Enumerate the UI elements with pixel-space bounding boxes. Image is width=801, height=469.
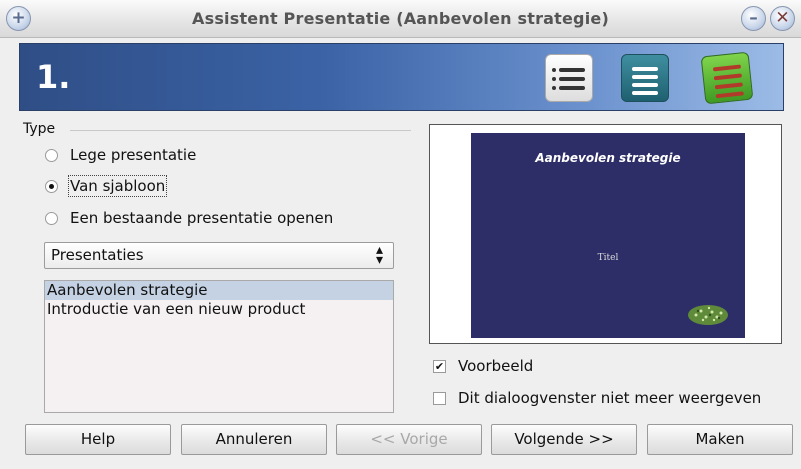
- template-list[interactable]: Aanbevolen strategie Introductie van een…: [44, 280, 394, 413]
- cancel-button[interactable]: Annuleren: [181, 424, 327, 455]
- outline-icon: [621, 54, 669, 102]
- radio-label: Een bestaande presentatie openen: [70, 209, 334, 227]
- template-category-select[interactable]: Presentaties ▴ ▾: [44, 242, 394, 269]
- preview-checkbox-row[interactable]: ✔ Voorbeeld: [433, 357, 533, 375]
- radio-open-existing[interactable]: Een bestaande presentatie openen: [45, 209, 333, 227]
- create-button[interactable]: Maken: [647, 424, 793, 455]
- group-divider: [70, 130, 411, 131]
- window-title: Assistent Presentatie (Aanbevolen strate…: [192, 9, 609, 28]
- preview-panel: Aanbevolen strategie Titel: [429, 124, 782, 344]
- minimize-icon[interactable]: –: [741, 6, 766, 31]
- preview-checkbox-label: Voorbeeld: [458, 357, 534, 375]
- radio-button[interactable]: [45, 211, 58, 225]
- title-bar: + Assistent Presentatie (Aanbevolen stra…: [0, 0, 801, 38]
- next-button[interactable]: Volgende >>: [491, 424, 637, 455]
- radio-button[interactable]: [45, 179, 58, 193]
- radio-from-template[interactable]: Van sjabloon: [45, 175, 168, 197]
- slide-preview: Aanbevolen strategie Titel: [471, 133, 745, 338]
- radio-empty-presentation[interactable]: Lege presentatie: [45, 146, 196, 164]
- dont-show-checkbox-label: Dit dialoogvenster niet meer weergeven: [458, 389, 762, 407]
- step-number: 1.: [36, 58, 71, 96]
- slide-subtitle: Titel: [597, 253, 619, 263]
- list-item[interactable]: Introductie van een nieuw product: [45, 300, 393, 319]
- dont-show-checkbox-row[interactable]: Dit dialoogvenster niet meer weergeven: [433, 389, 761, 407]
- back-button[interactable]: << Vorige: [336, 424, 482, 455]
- select-value: Presentaties: [51, 246, 144, 264]
- step-banner: 1.: [19, 43, 784, 111]
- radio-label: Van sjabloon: [67, 175, 168, 197]
- updown-arrows-icon: ▴ ▾: [375, 242, 383, 268]
- preview-checkbox[interactable]: ✔: [433, 359, 446, 373]
- help-button[interactable]: Help: [25, 424, 171, 455]
- decoration-icon: [688, 305, 728, 325]
- close-icon[interactable]: ✕: [770, 6, 795, 31]
- radio-button[interactable]: [45, 148, 58, 162]
- radio-label: Lege presentatie: [70, 146, 197, 164]
- type-group-label: Type: [23, 121, 56, 137]
- dont-show-checkbox[interactable]: [433, 391, 446, 405]
- list-item[interactable]: Aanbevolen strategie: [45, 281, 393, 300]
- notes-icon: [700, 51, 754, 105]
- list-icon: [545, 54, 593, 102]
- slide-title: Aanbevolen strategie: [535, 151, 681, 165]
